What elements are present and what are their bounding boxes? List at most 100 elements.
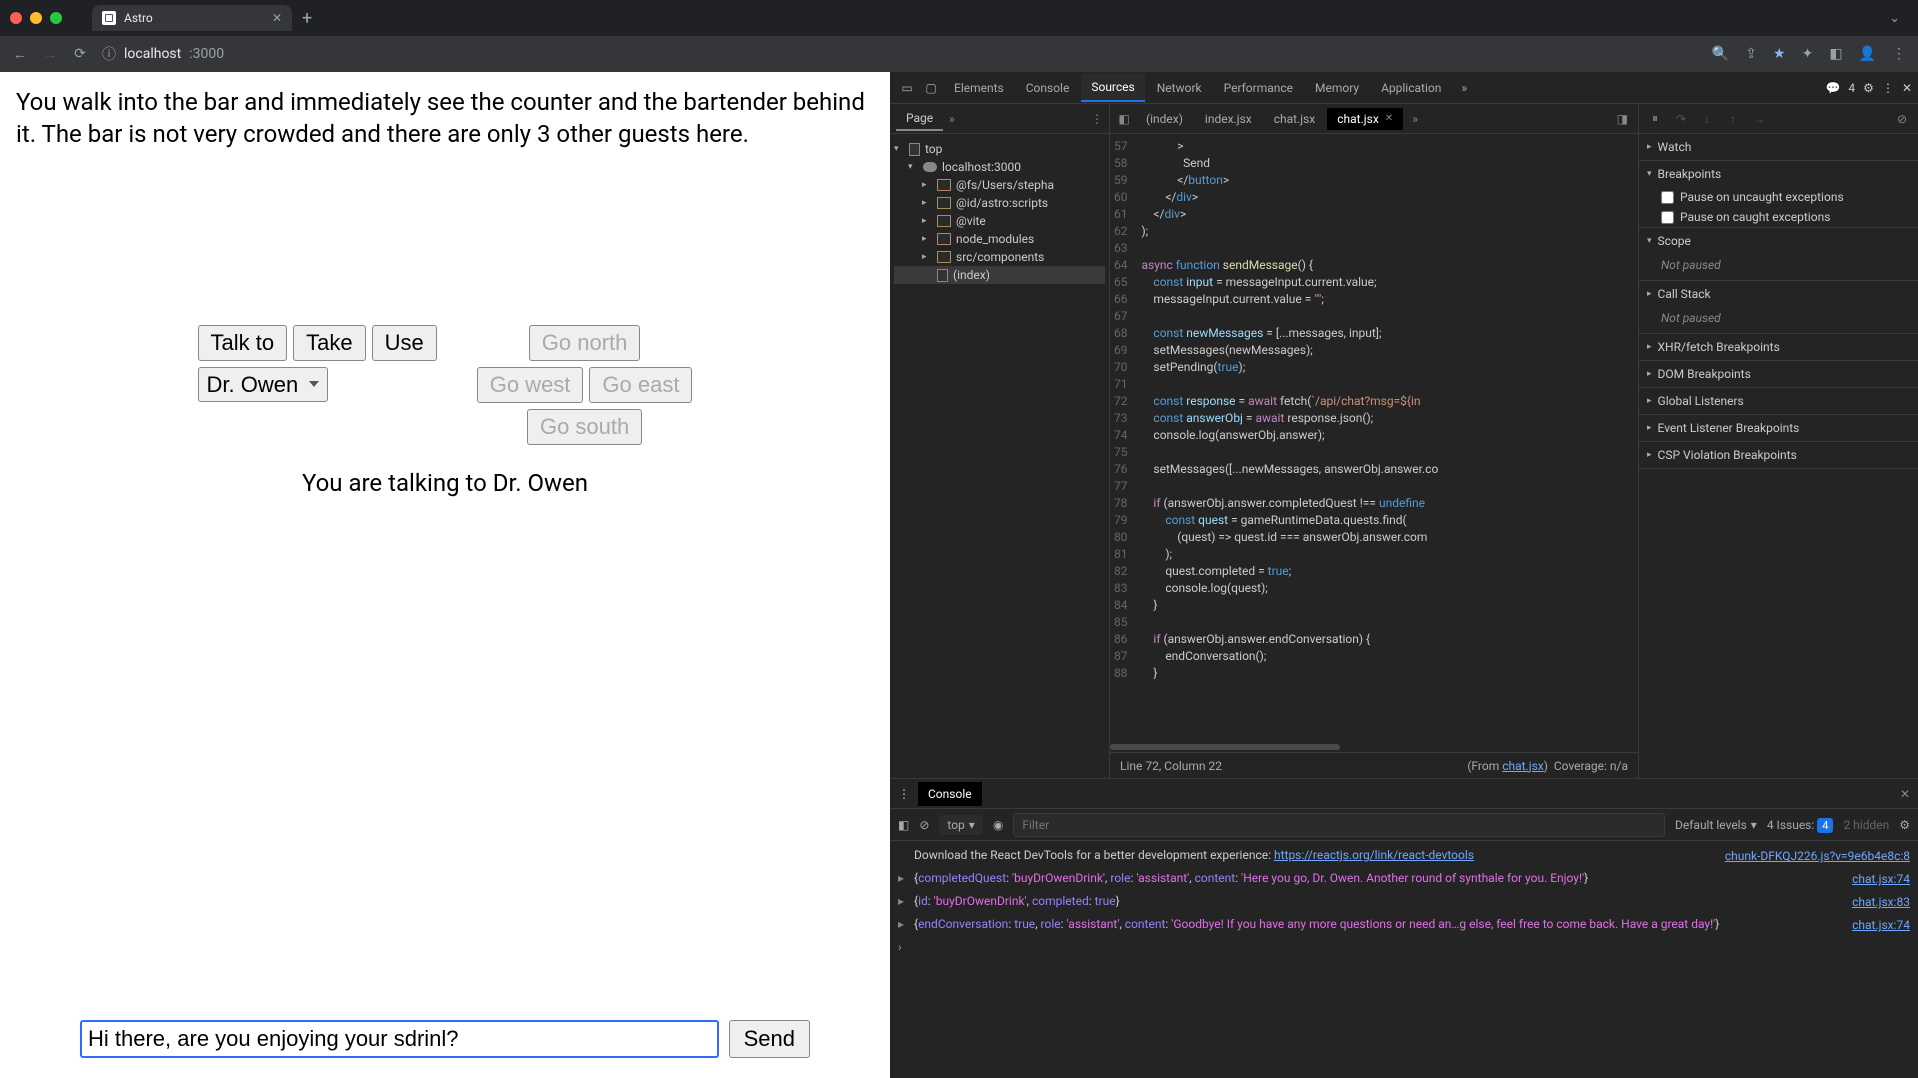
bookmark-icon[interactable]: ★ [1773, 46, 1786, 62]
debugger-pane: ⏸ ↷ ↓ ↑ → ⊘ ▸Watch ▾Breakpoints Pause on… [1638, 104, 1918, 778]
device-toggle-icon[interactable]: ▢ [920, 77, 942, 99]
go-east-button[interactable]: Go east [589, 367, 692, 403]
tree-folder[interactable]: ▸@id/astro:scripts [894, 194, 1105, 212]
tree-folder[interactable]: ▸node_modules [894, 230, 1105, 248]
narration-text: You walk into the bar and immediately se… [0, 72, 890, 165]
tab-network[interactable]: Network [1147, 75, 1212, 101]
editor-tab[interactable]: (index) [1136, 108, 1193, 130]
console-filter-input[interactable] [1013, 813, 1665, 837]
url-display[interactable]: ⓘ localhost:3000 [102, 44, 224, 64]
close-tab-icon[interactable]: ✕ [272, 11, 282, 25]
dom-section[interactable]: ▸DOM Breakpoints [1639, 361, 1918, 387]
pause-uncaught-checkbox[interactable]: Pause on uncaught exceptions [1639, 187, 1918, 207]
go-north-button[interactable]: Go north [529, 325, 641, 361]
editor-tab-active[interactable]: chat.jsx✕ [1327, 108, 1403, 130]
extensions-icon[interactable]: ✦ [1802, 46, 1814, 62]
tree-top[interactable]: ▾top [894, 140, 1105, 158]
tree-host[interactable]: ▾localhost:3000 [894, 158, 1105, 176]
menu-icon[interactable]: ⋮ [1892, 46, 1906, 62]
tabs-overflow-icon[interactable]: ⌄ [1889, 11, 1900, 26]
tab-performance[interactable]: Performance [1214, 75, 1303, 101]
pause-caught-checkbox[interactable]: Pause on caught exceptions [1639, 207, 1918, 227]
maximize-window-icon[interactable] [50, 12, 62, 24]
editor-tab[interactable]: index.jsx [1195, 108, 1262, 130]
go-west-button[interactable]: Go west [477, 367, 584, 403]
breakpoints-section[interactable]: ▾Breakpoints [1639, 161, 1918, 187]
minimize-window-icon[interactable] [30, 12, 42, 24]
from-link[interactable]: chat.jsx [1502, 759, 1544, 773]
log-source-link[interactable]: chat.jsx:74 [1750, 917, 1910, 934]
h-scrollbar[interactable] [1110, 742, 1638, 752]
console-settings-icon[interactable]: ⚙ [1899, 818, 1910, 832]
back-button[interactable]: ← [12, 46, 28, 62]
close-editor-tab-icon[interactable]: ✕ [1385, 113, 1393, 124]
search-icon[interactable]: 🔍 [1712, 46, 1729, 62]
csp-section[interactable]: ▸CSP Violation Breakpoints [1639, 442, 1918, 468]
live-expression-icon[interactable]: ◉ [993, 818, 1003, 832]
issues-icon[interactable]: 💬 [1825, 81, 1840, 95]
tab-memory[interactable]: Memory [1305, 75, 1369, 101]
react-devtools-link[interactable]: https://reactjs.org/link/react-devtools [1274, 848, 1474, 862]
watch-section[interactable]: ▸Watch [1639, 134, 1918, 160]
log-levels-select[interactable]: Default levels▾ [1675, 818, 1757, 832]
page-tab[interactable]: Page [896, 107, 943, 131]
take-button[interactable]: Take [293, 325, 365, 361]
console-sidebar-icon[interactable]: ◧ [898, 818, 909, 832]
devtools-close-icon[interactable]: ✕ [1902, 81, 1912, 95]
log-source-link[interactable]: chat.jsx:83 [1750, 894, 1910, 911]
settings-icon[interactable]: ⚙ [1863, 81, 1874, 95]
nav-more-icon[interactable]: » [949, 112, 955, 126]
callstack-section[interactable]: ▸Call Stack [1639, 281, 1918, 307]
scope-section[interactable]: ▾Scope [1639, 228, 1918, 254]
tree-folder[interactable]: ▸src/components [894, 248, 1105, 266]
site-info-icon[interactable]: ⓘ [102, 44, 116, 64]
devtools-menu-icon[interactable]: ⋮ [1882, 81, 1894, 95]
use-button[interactable]: Use [372, 325, 437, 361]
drawer-close-icon[interactable]: ✕ [1900, 787, 1910, 801]
tab-sources[interactable]: Sources [1081, 74, 1144, 102]
nav-menu-icon[interactable]: ⋮ [1091, 112, 1103, 126]
drawer-console-tab[interactable]: Console [918, 782, 982, 806]
editor-more-icon[interactable]: » [1405, 112, 1425, 126]
log-source-link[interactable]: chat.jsx:74 [1750, 871, 1910, 888]
app-viewport: You walk into the bar and immediately se… [0, 72, 890, 1078]
share-icon[interactable]: ⇪ [1745, 46, 1757, 62]
close-window-icon[interactable] [10, 12, 22, 24]
step-over-icon: ↷ [1673, 112, 1689, 126]
send-button[interactable]: Send [729, 1020, 810, 1058]
global-section[interactable]: ▸Global Listeners [1639, 388, 1918, 414]
console-prompt[interactable]: › [898, 937, 1910, 957]
editor-tab[interactable]: chat.jsx [1264, 108, 1326, 130]
talk-to-button[interactable]: Talk to [198, 325, 288, 361]
pause-icon[interactable]: ⏸ [1647, 111, 1663, 126]
chat-input[interactable] [80, 1020, 719, 1058]
toggle-debugger-icon[interactable]: ◨ [1617, 112, 1628, 126]
tree-file-index[interactable]: (index) [894, 266, 1105, 284]
code-area[interactable]: 5758596061626364656667686970717273747576… [1110, 134, 1638, 742]
tree-folder[interactable]: ▸@vite [894, 212, 1105, 230]
console-log[interactable]: Download the React DevTools for a better… [890, 841, 1918, 1078]
issues-summary[interactable]: 4 Issues: 4 [1767, 818, 1834, 832]
tab-application[interactable]: Application [1371, 75, 1451, 101]
event-section[interactable]: ▸Event Listener Breakpoints [1639, 415, 1918, 441]
talk-target-select[interactable]: Dr. Owen [198, 367, 328, 402]
go-south-button[interactable]: Go south [527, 409, 642, 445]
url-host: localhost [124, 46, 181, 62]
console-context-select[interactable]: top▾ [939, 815, 982, 835]
browser-tab[interactable]: Astro ✕ [92, 5, 292, 31]
new-tab-button[interactable]: + [302, 8, 312, 29]
drawer-menu-icon[interactable]: ⋮ [898, 787, 910, 801]
xhr-section[interactable]: ▸XHR/fetch Breakpoints [1639, 334, 1918, 360]
tab-console[interactable]: Console [1016, 75, 1080, 101]
inspect-icon[interactable]: ▭ [896, 77, 918, 99]
profile-icon[interactable]: 👤 [1859, 46, 1876, 62]
toggle-nav-icon[interactable]: ◧ [1114, 112, 1134, 126]
reload-button[interactable]: ⟳ [72, 46, 88, 62]
tab-elements[interactable]: Elements [944, 75, 1014, 101]
deactivate-bp-icon[interactable]: ⊘ [1894, 112, 1910, 126]
log-source-link[interactable]: chunk-DFKQJ226.js?v=9e6b4e8c:8 [1725, 848, 1910, 865]
sidepanel-icon[interactable]: ◧ [1829, 46, 1842, 62]
more-tabs-icon[interactable]: » [1453, 77, 1475, 99]
tree-folder[interactable]: ▸@fs/Users/stepha [894, 176, 1105, 194]
console-clear-icon[interactable]: ⊘ [919, 818, 929, 832]
